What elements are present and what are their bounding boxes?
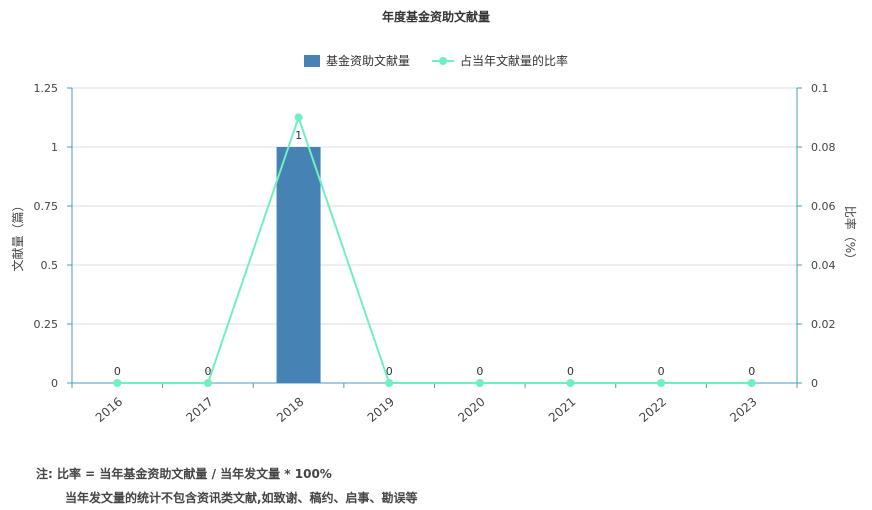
y-tick-label: 0.25	[34, 318, 59, 331]
footnote-line-2: 当年发文量的统计不包含资讯类文献,如致谢、稿约、启事、勘误等	[65, 491, 418, 505]
y-tick-label: 1.25	[34, 82, 59, 95]
bar-data-label: 0	[567, 365, 574, 378]
y-right-tick-label: 0.06	[811, 200, 836, 213]
bar-data-label: 0	[114, 365, 121, 378]
x-tick-label: 2023	[727, 395, 759, 425]
x-tick-label: 2022	[637, 395, 669, 425]
y-tick-label: 1	[51, 141, 58, 154]
y-right-axis-title: 比率（%）	[843, 206, 858, 265]
ratio-point	[657, 379, 666, 387]
y-right-tick-label: 0.08	[811, 141, 836, 154]
y-right-tick-label: 0.04	[811, 259, 836, 272]
x-tick-label: 2021	[546, 395, 578, 425]
y-right-tick-label: 0.02	[811, 318, 836, 331]
ratio-point	[294, 113, 303, 122]
y-tick-label: 0.5	[41, 259, 59, 272]
ratio-line	[117, 114, 752, 384]
ratio-point	[475, 379, 484, 387]
x-tick-label: 2016	[93, 395, 125, 425]
x-tick-label: 2020	[455, 395, 487, 425]
chart-plot: 0 0.25 0.5 0.75 1 1.25 0 0.02 0.04 0.06 0.08 0.1 201…	[10, 82, 858, 425]
bar	[276, 147, 321, 383]
y-right-tick-label: 0.1	[811, 82, 829, 95]
y-axis-title: 文献量（篇）	[10, 199, 25, 271]
y-tick-label: 0	[51, 377, 58, 390]
bar-data-label: 1	[295, 129, 302, 142]
bar-data-label: 0	[476, 365, 483, 378]
bar-data-label: 0	[748, 365, 755, 378]
x-tick-label: 2019	[365, 395, 397, 425]
footnote-line-1: 注: 比率 = 当年基金资助文献量 / 当年发文量 * 100%	[36, 467, 332, 481]
ratio-point	[747, 379, 756, 387]
y-tick-label: 0.75	[34, 200, 59, 213]
footnote: 注: 比率 = 当年基金资助文献量 / 当年发文量 * 100% 当年发文量的统…	[36, 462, 418, 510]
ratio-point	[203, 379, 212, 387]
ratio-point	[385, 379, 394, 387]
ratio-point	[113, 379, 122, 387]
x-tick-label: 2017	[183, 395, 215, 425]
x-tick-label: 2018	[274, 395, 306, 425]
ratio-point	[566, 379, 575, 387]
y-right-tick-label: 0	[811, 377, 818, 390]
bar-data-label: 0	[658, 365, 665, 378]
